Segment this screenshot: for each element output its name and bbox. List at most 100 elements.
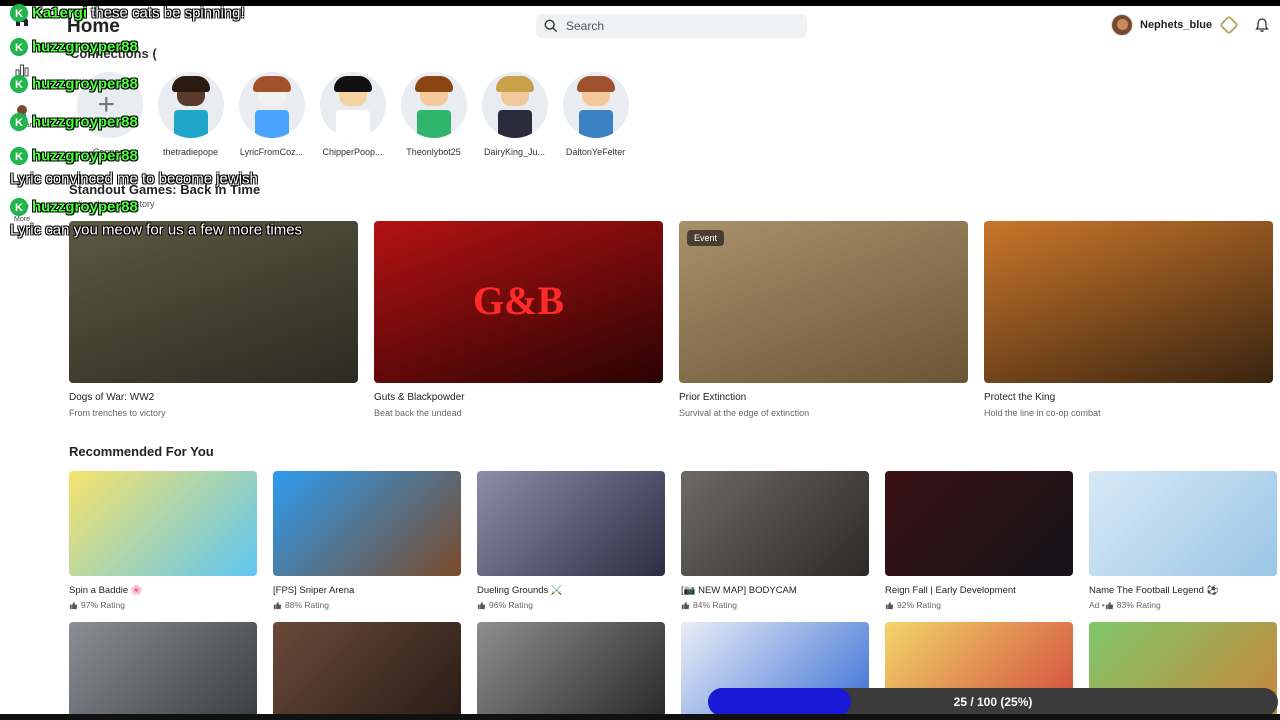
rating-value: 96% Rating bbox=[489, 600, 533, 610]
chat-text: Lyric can you meow for us a few more tim… bbox=[10, 221, 303, 239]
chat-message: Khuzzgroyper88 bbox=[10, 75, 138, 94]
game-tile[interactable]: Name The Football Legend ⚽ Ad • 83% Rati… bbox=[1089, 471, 1277, 610]
feature-game-card[interactable]: Dogs of War: WW2 From trenches to victor… bbox=[69, 221, 358, 418]
friend-name: DaltonYeFelter bbox=[565, 147, 626, 157]
friend-item[interactable]: LyricFromCoz... bbox=[231, 72, 312, 157]
search-input[interactable] bbox=[566, 19, 786, 33]
game-rating: 88% Rating bbox=[273, 600, 461, 610]
game-tile[interactable]: Reign Fall | Early Development 92% Ratin… bbox=[885, 471, 1073, 610]
game-subtitle: From trenches to victory bbox=[69, 408, 166, 418]
game-title: [FPS] Sniper Arena bbox=[273, 585, 355, 596]
chat-message: Khuzzgroyper88 bbox=[10, 147, 138, 166]
game-tile[interactable]: Spin a Baddie 🌸 97% Rating bbox=[69, 471, 257, 610]
chat-text: Lyric convinced me to become jewish bbox=[10, 170, 258, 188]
game-thumbnail[interactable]: G&B bbox=[374, 221, 663, 383]
friend-avatar[interactable] bbox=[238, 72, 305, 138]
friend-avatar[interactable] bbox=[481, 72, 548, 138]
search-icon bbox=[544, 19, 558, 33]
game-thumbnail[interactable] bbox=[69, 221, 358, 383]
progress-label: 25 / 100 (25%) bbox=[953, 695, 1033, 709]
chat-message: K Ka1ergi these cats be spinning! bbox=[10, 4, 245, 23]
friend-name: ChipperPoop... bbox=[322, 147, 383, 157]
recommended-title[interactable]: Recommended For You bbox=[69, 444, 214, 459]
game-title: Reign Fall | Early Development bbox=[885, 585, 1016, 596]
friend-avatar[interactable] bbox=[157, 72, 224, 138]
game-thumbnail[interactable] bbox=[69, 622, 257, 717]
chat-username: huzzgroyper88 bbox=[32, 198, 138, 216]
thumbs-up-icon bbox=[681, 601, 690, 609]
thumbs-up-icon bbox=[1105, 601, 1113, 609]
robux-icon[interactable] bbox=[1219, 15, 1239, 35]
recommended-row: Spin a Baddie 🌸 97% Rating [FPS] Sniper … bbox=[69, 471, 1277, 610]
friend-avatar[interactable] bbox=[319, 72, 386, 138]
game-thumbnail[interactable] bbox=[477, 471, 665, 576]
game-tile[interactable] bbox=[273, 622, 461, 717]
chat-username: huzzgroyper88 bbox=[32, 75, 138, 93]
game-thumbnail[interactable] bbox=[273, 622, 461, 717]
game-thumbnail[interactable] bbox=[477, 622, 665, 717]
user-profile[interactable]: Nephets_blue bbox=[1111, 14, 1212, 36]
bottom-edge bbox=[0, 714, 1280, 720]
rating-value: 83% Rating bbox=[1116, 600, 1161, 610]
friend-name: LyricFromCoz... bbox=[239, 147, 304, 157]
avatar-torso bbox=[497, 110, 532, 138]
game-thumbnail[interactable] bbox=[984, 221, 1273, 383]
chat-text: these cats be spinning! bbox=[87, 4, 245, 22]
search-bar[interactable] bbox=[536, 14, 807, 38]
kick-badge-icon: K bbox=[10, 4, 28, 23]
friend-avatar[interactable] bbox=[562, 72, 629, 138]
friend-name: Theonlybot25 bbox=[406, 147, 461, 157]
friend-item[interactable]: DaltonYeFelter bbox=[555, 72, 636, 157]
friend-item[interactable]: ChipperPoop... bbox=[312, 72, 393, 157]
game-thumbnail[interactable] bbox=[885, 471, 1073, 576]
ad-label: Ad • bbox=[1089, 600, 1105, 610]
game-thumbnail[interactable] bbox=[273, 471, 461, 576]
avatar-hair bbox=[252, 76, 291, 92]
event-badge: Event bbox=[687, 230, 725, 246]
feature-game-card[interactable]: Protect the King Hold the line in co-op … bbox=[984, 221, 1273, 418]
avatar-torso bbox=[335, 110, 370, 138]
chat-message: Khuzzgroyper88 bbox=[10, 113, 138, 132]
avatar-hair bbox=[576, 76, 615, 92]
avatar-torso bbox=[416, 110, 451, 138]
game-thumbnail[interactable] bbox=[681, 471, 869, 576]
chat-message: Khuzzgroyper88 bbox=[10, 198, 138, 217]
game-tile[interactable]: Dueling Grounds ⚔️ 96% Rating bbox=[477, 471, 665, 610]
game-thumbnail[interactable]: Event bbox=[679, 221, 968, 383]
chat-username: huzzgroyper88 bbox=[32, 147, 138, 165]
friend-item[interactable]: DairyKing_Ju... bbox=[474, 72, 555, 157]
game-tile[interactable] bbox=[477, 622, 665, 717]
friend-avatar[interactable] bbox=[400, 72, 467, 138]
rating-value: 84% Rating bbox=[693, 600, 737, 610]
avatar-torso bbox=[173, 110, 208, 138]
game-tile[interactable] bbox=[69, 622, 257, 717]
chat-username: huzzgroyper88 bbox=[32, 113, 138, 131]
username[interactable]: Nephets_blue bbox=[1140, 19, 1212, 31]
avatar-hair bbox=[414, 76, 453, 92]
game-thumbnail[interactable] bbox=[69, 471, 257, 576]
avatar-torso bbox=[578, 110, 613, 138]
game-title: Dogs of War: WW2 bbox=[69, 392, 155, 403]
thumbs-up-icon bbox=[885, 601, 894, 609]
sidebar: Avatar More bbox=[0, 0, 44, 720]
friend-item[interactable]: thetradiepope bbox=[150, 72, 231, 157]
thumbs-up-icon bbox=[477, 601, 486, 609]
avatar-hair bbox=[495, 76, 534, 92]
kick-badge-icon: K bbox=[10, 147, 28, 166]
thumbs-up-icon bbox=[69, 601, 78, 609]
chat-message: Lyric convinced me to become jewish bbox=[10, 170, 258, 188]
thumbnail-art-text: G&B bbox=[472, 278, 565, 323]
friend-item[interactable]: Theonlybot25 bbox=[393, 72, 474, 157]
rating-value: 88% Rating bbox=[285, 600, 329, 610]
friend-name: DairyKing_Ju... bbox=[483, 147, 546, 157]
user-avatar[interactable] bbox=[1111, 14, 1133, 36]
game-tile[interactable]: [📷 NEW MAP] BODYCAM 84% Rating bbox=[681, 471, 869, 610]
game-title: Guts & Blackpowder bbox=[374, 392, 465, 403]
game-title: Prior Extinction bbox=[679, 392, 747, 403]
feature-game-card[interactable]: G&B Guts & Blackpowder Beat back the und… bbox=[374, 221, 663, 418]
feature-game-card[interactable]: Event Prior Extinction Survival at the e… bbox=[679, 221, 968, 418]
bell-icon[interactable] bbox=[1254, 17, 1270, 33]
game-tile[interactable]: [FPS] Sniper Arena 88% Rating bbox=[273, 471, 461, 610]
game-rating: Ad • 83% Rating bbox=[1089, 600, 1277, 610]
game-thumbnail[interactable] bbox=[1089, 471, 1277, 576]
